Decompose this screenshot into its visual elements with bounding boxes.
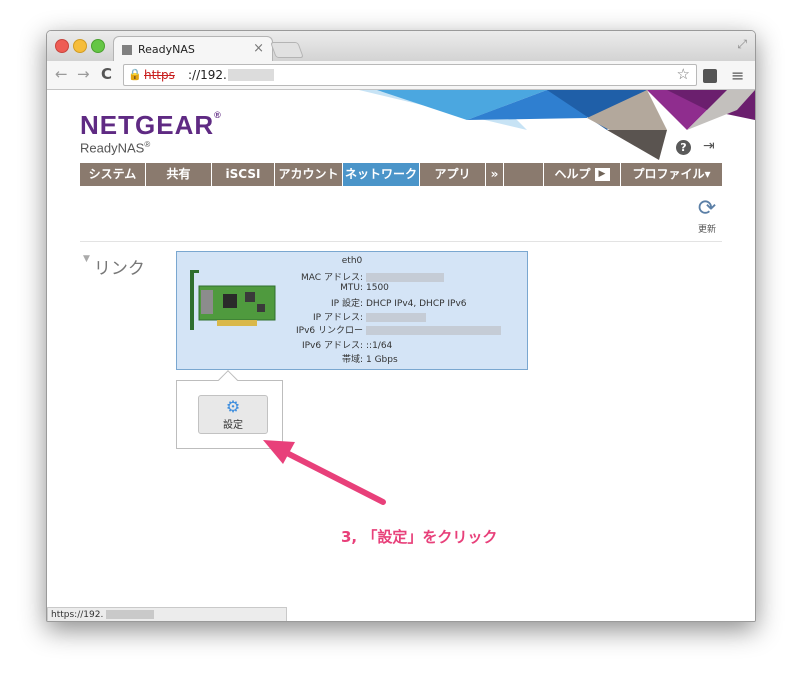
- tab-title: ReadyNAS: [138, 43, 195, 56]
- help-icon[interactable]: ?: [676, 140, 691, 155]
- divider: [80, 241, 722, 242]
- ip-config-row: IP 設定: DHCP IPv4, DHCP IPv6: [273, 296, 467, 309]
- nav-system[interactable]: システム: [80, 163, 146, 186]
- logout-icon[interactable]: ⇥: [703, 138, 715, 154]
- bandwidth-row: 帯域: 1 Gbps: [273, 352, 398, 365]
- collapse-arrow-icon: ▼: [83, 254, 90, 264]
- refresh-label: 更新: [697, 225, 716, 235]
- ipv6-link-local-row: IPv6 リンクロー: [273, 323, 501, 336]
- row-label: IPv6 アドレス:: [301, 341, 363, 351]
- tab-strip: ReadyNAS × ⤢: [47, 31, 755, 62]
- favicon-icon: [122, 45, 132, 55]
- tab-close-icon[interactable]: ×: [253, 41, 264, 56]
- play-icon: ▶: [594, 168, 610, 181]
- status-bar: https://192.: [47, 607, 287, 621]
- mac-address-row: MAC アドレス:: [273, 270, 444, 283]
- insecure-lock-icon: 🔒: [128, 68, 142, 81]
- settings-label: 設定: [223, 420, 243, 431]
- network-card-icon: [190, 270, 276, 330]
- row-value: DHCP IPv4, DHCP IPv6: [366, 299, 467, 309]
- row-value: 1 Gbps: [366, 355, 398, 365]
- nav-help[interactable]: ヘルプ ▶: [544, 163, 621, 186]
- nav-apps[interactable]: アプリ: [420, 163, 486, 186]
- nav-help-label: ヘルプ: [554, 167, 591, 181]
- reload-button[interactable]: C: [101, 66, 112, 82]
- browser-window: ReadyNAS × ⤢ ← → C 🔒 https ://192. ☆ ≡ N…: [46, 30, 756, 622]
- ipv6-link-local-redacted: [366, 326, 501, 335]
- browser-menu-icon[interactable]: ≡: [731, 66, 744, 85]
- product-name-text: ReadyNAS: [80, 140, 145, 156]
- ip-address-redacted: [366, 313, 426, 322]
- mac-address-redacted: [366, 273, 444, 282]
- row-value: ::1/64: [366, 341, 393, 351]
- interface-name: eth0: [341, 256, 363, 266]
- url-redacted: [228, 69, 274, 81]
- bookmark-star-icon[interactable]: ☆: [677, 65, 690, 83]
- refresh-button[interactable]: ⟳ 更新: [687, 196, 727, 236]
- refresh-icon: ⟳: [697, 196, 717, 221]
- forward-button[interactable]: →: [77, 66, 90, 82]
- logo-text: NETGEAR: [80, 110, 215, 140]
- netgear-logo: NETGEAR®: [80, 110, 222, 141]
- popover-arrow: [218, 370, 238, 390]
- section-title-text: リンク: [93, 259, 145, 279]
- mtu-row: MTU: 1500: [273, 283, 389, 293]
- product-name: ReadyNAS®: [80, 140, 150, 155]
- logo-mark: ®: [214, 110, 222, 120]
- product-name-mark: ®: [144, 140, 151, 149]
- nav-iscsi[interactable]: iSCSI: [212, 163, 275, 186]
- browser-toolbar: ← → C 🔒 https ://192. ☆ ≡: [47, 61, 755, 90]
- annotation-arrow-icon: [263, 440, 386, 505]
- zoom-window-button[interactable]: [91, 39, 105, 53]
- nav-profile[interactable]: プロファイル▾: [621, 163, 722, 186]
- ipv6-address-row: IPv6 アドレス:::1/64: [273, 338, 392, 351]
- nav-spacer: [504, 163, 544, 186]
- gear-icon: ⚙: [225, 397, 241, 416]
- back-button[interactable]: ←: [55, 66, 68, 82]
- interface-card-eth0[interactable]: eth0 MAC アドレス: MTU: 1500 IP 設定: DHCP IPv4,…: [176, 251, 528, 370]
- tab-readynas[interactable]: ReadyNAS ×: [113, 36, 273, 62]
- row-label: IP アドレス:: [313, 313, 363, 323]
- row-label: IP 設定:: [331, 299, 363, 309]
- nav-network[interactable]: ネットワーク: [343, 163, 420, 186]
- address-bar[interactable]: 🔒 https ://192. ☆: [123, 64, 697, 86]
- main-navigation: システム 共有 iSCSI アカウント ネットワーク アプリ » ヘルプ ▶ プロ…: [80, 163, 722, 186]
- row-label: MAC アドレス:: [301, 273, 363, 283]
- row-label: IPv6 リンクロー: [296, 326, 363, 336]
- settings-button[interactable]: ⚙ 設定: [198, 395, 268, 434]
- row-label: 帯域:: [341, 355, 363, 365]
- url-scheme: https: [144, 68, 175, 82]
- annotation-text: 3, 「設定」をクリック: [341, 528, 498, 546]
- row-value: 1500: [366, 283, 389, 293]
- minimize-window-button[interactable]: [73, 39, 87, 53]
- nav-more[interactable]: »: [486, 163, 504, 186]
- section-title-link[interactable]: ▼ リンク: [83, 254, 145, 279]
- new-tab-button[interactable]: [270, 42, 304, 58]
- nav-shares[interactable]: 共有: [146, 163, 212, 186]
- status-url: https://192.: [51, 610, 104, 620]
- page-content: NETGEAR® ReadyNAS® ? ⇥ システム 共有 iSCSI アカウ…: [47, 90, 755, 621]
- status-url-redacted: [106, 610, 155, 619]
- row-label: MTU:: [340, 283, 363, 293]
- close-window-button[interactable]: [55, 39, 69, 53]
- ip-address-row: IP アドレス:: [273, 310, 426, 323]
- url-host: ://192.: [188, 68, 227, 82]
- nav-accounts[interactable]: アカウント: [275, 163, 343, 186]
- extension-icon[interactable]: [703, 69, 717, 83]
- fullscreen-icon[interactable]: ⤢: [737, 37, 747, 52]
